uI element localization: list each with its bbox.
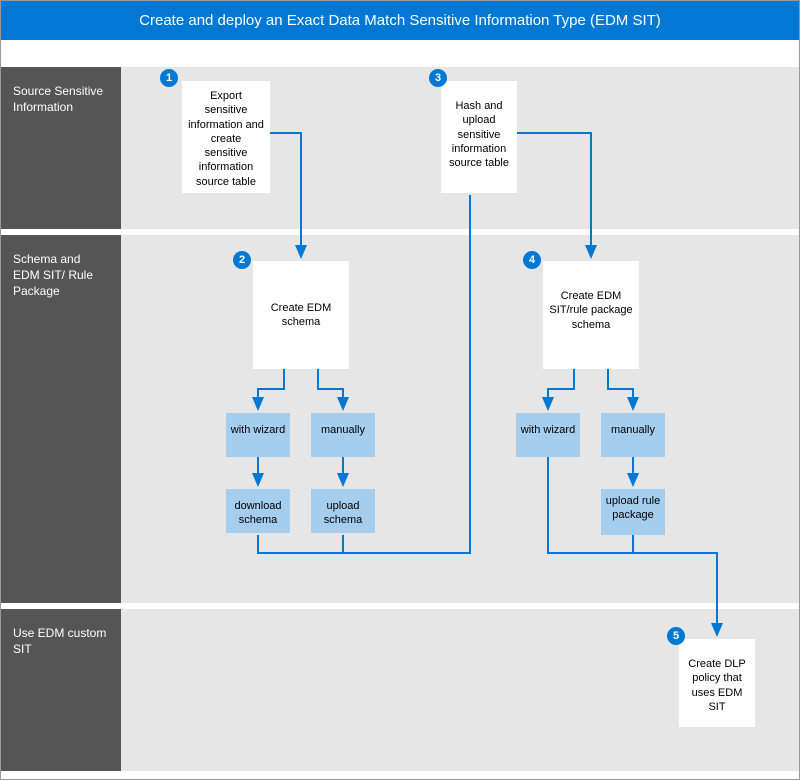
node-manually-a: manually [311,413,375,457]
node-create-dlp: 5 Create DLP policy that uses EDM SIT [679,639,755,727]
badge-5: 5 [667,627,685,645]
node-create-dlp-text: Create DLP policy that uses EDM SIT [688,658,745,713]
node-manually-b: manually [601,413,665,457]
badge-1: 1 [160,69,178,87]
lane-label-1: Source Sensitive Information [1,67,121,229]
node-create-rule-pkg: 4 Create EDM SIT/rule package schema [543,261,639,369]
node-with-wizard-a: with wizard [226,413,290,457]
badge-2: 2 [233,251,251,269]
node-hash-text: Hash and upload sensitive information so… [449,100,509,169]
badge-3: 3 [429,69,447,87]
node-export-text: Export sensitive information and create … [188,90,264,188]
diagram-title: Create and deploy an Exact Data Match Se… [1,1,799,40]
badge-4: 4 [523,251,541,269]
lane-label-2: Schema and EDM SIT/ Rule Package [1,235,121,603]
diagram-body: Source Sensitive Information Schema and … [1,43,799,779]
node-create-edm-schema: 2 Create EDM schema [253,261,349,369]
node-export-sensitive-info: 1 Export sensitive information and creat… [182,81,270,193]
node-with-wizard-b: with wizard [516,413,580,457]
lane-label-3: Use EDM custom SIT [1,609,121,771]
node-download-schema: download schema [226,489,290,533]
node-create-edm-schema-text: Create EDM schema [271,302,332,328]
node-hash-upload: 3 Hash and upload sensitive information … [441,81,517,193]
node-upload-rule-pkg: upload rule package [601,489,665,535]
node-create-rule-pkg-text: Create EDM SIT/rule package schema [549,290,632,331]
node-upload-schema: upload schema [311,489,375,533]
